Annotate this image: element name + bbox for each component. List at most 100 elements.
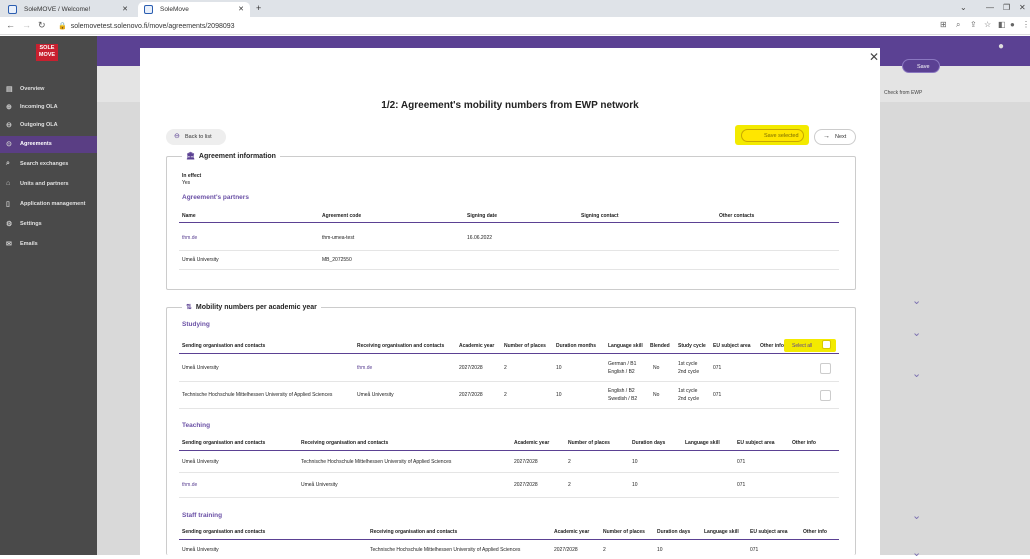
sidebar-item-outgoing-ola[interactable]: ⊖ Outgoing OLA (0, 117, 97, 134)
sending-org-link[interactable]: thm.de (182, 482, 197, 488)
agreement-code: thm-umea-test (322, 235, 355, 241)
chevron-down-icon[interactable]: ⌄ (912, 509, 921, 522)
row-divider (179, 269, 839, 270)
academic-year: 2027/2028 (459, 365, 483, 371)
sidebar-item-settings[interactable]: ⚙ Settings (0, 216, 97, 233)
col-header: Other info (760, 343, 784, 349)
col-header: Language skill (704, 529, 739, 535)
select-all-checkbox[interactable] (822, 340, 831, 349)
sidebar-item-application-management[interactable]: ▯ Application management (0, 196, 97, 213)
chevron-down-icon[interactable]: ⌄ (912, 546, 921, 559)
gear-icon: ⚙ (6, 221, 13, 228)
chevron-down-icon[interactable]: ⌄ (912, 326, 921, 339)
status-label: In effect (182, 173, 202, 179)
back-arrow-icon[interactable]: ← (6, 20, 15, 30)
save-selected-button[interactable]: Save selected (741, 129, 804, 142)
button-label: Save selected (764, 133, 799, 139)
close-tab-icon[interactable]: ✕ (122, 5, 128, 13)
col-header: Number of places (568, 440, 610, 446)
reload-icon[interactable]: ↻ (38, 20, 46, 31)
favicon-icon (8, 5, 17, 14)
places: 2 (568, 482, 571, 488)
sidebar-item-label: Overview (20, 86, 45, 92)
receiving-org: Technische Hochschule Mittelhessen Unive… (370, 547, 521, 553)
academic-year: 2027/2028 (514, 482, 538, 488)
sidebar-item-label: Settings (20, 221, 42, 227)
col-header-signing-date: Signing date (467, 213, 497, 219)
receiving-org: Umeå University (357, 392, 394, 398)
sidebar-item-overview[interactable]: ▤ Overview (0, 81, 97, 98)
background-save-button[interactable]: Save (902, 59, 940, 73)
header-divider (179, 450, 839, 451)
sidebar-item-label: Emails (20, 241, 38, 247)
col-header: Academic year (554, 529, 590, 535)
sidebar-item-emails[interactable]: ✉ Emails (0, 236, 97, 253)
close-tab-icon[interactable]: ✕ (238, 5, 244, 13)
sidebar-item-incoming-ola[interactable]: ⊕ Incoming OLA (0, 99, 97, 116)
sidebar-item-label: Outgoing OLA (20, 122, 58, 128)
duration: 10 (556, 392, 562, 398)
chevron-down-icon[interactable]: ⌄ (912, 294, 921, 307)
col-header: Other info (803, 529, 827, 535)
row-checkbox[interactable] (820, 363, 831, 374)
sidebar-item-search-exchanges[interactable]: ⌕ Search exchanges (0, 156, 97, 173)
places: 2 (568, 459, 571, 465)
places: 2 (603, 547, 606, 553)
partner-name-link[interactable]: thm.de (182, 235, 197, 241)
col-header: EU subject area (713, 343, 751, 349)
receiving-org-link[interactable]: thm.de (357, 365, 372, 371)
tab-search-icon[interactable]: ⌄ (960, 3, 967, 12)
zoom-icon[interactable]: ⌕ (956, 20, 960, 30)
bookmark-star-icon[interactable]: ☆ (984, 20, 991, 29)
user-avatar-icon[interactable]: ● (998, 41, 1004, 52)
mail-icon: ✉ (6, 241, 12, 248)
translate-icon[interactable]: ⊞ (940, 20, 947, 29)
next-button[interactable]: → Next (814, 129, 856, 145)
legend-text: Mobility numbers per academic year (195, 304, 317, 311)
profile-icon[interactable]: ● (1010, 20, 1015, 29)
address-bar[interactable]: 🔒 solemovetest.solenovo.fi/move/agreement… (58, 19, 928, 33)
teaching-title: Teaching (182, 422, 211, 429)
outgoing-icon: ⊖ (6, 122, 12, 129)
arrow-right-icon: → (823, 133, 830, 140)
maximize-icon[interactable]: ❐ (1003, 3, 1010, 12)
sidebar-item-agreements[interactable]: ⊙ Agreements (0, 136, 97, 153)
col-header: Sending organisation and contacts (182, 343, 266, 349)
browser-tab-solemove[interactable]: SoleMove ✕ (138, 2, 250, 17)
browser-menu-icon[interactable]: ⋮ (1022, 20, 1030, 29)
select-all-link[interactable]: Select all (792, 343, 812, 349)
receiving-org: Technische Hochschule Mittelhessen Unive… (301, 459, 452, 465)
academic-year: 2027/2028 (514, 459, 538, 465)
close-modal-icon[interactable]: ✕ (869, 50, 879, 64)
partners-title: Agreement's partners (182, 194, 249, 201)
browser-tab-strip: SoleMOVE / Welcome! ✕ SoleMove ✕ + ⌄ — ❐ ✕ (0, 0, 1030, 17)
places: 2 (504, 392, 507, 398)
row-checkbox[interactable] (820, 390, 831, 401)
language-skill: Swedish / B2 (608, 396, 638, 402)
col-header: Duration months (556, 343, 596, 349)
blended: No (653, 365, 660, 371)
sidebar-item-units-partners[interactable]: ⌂ Units and partners (0, 176, 97, 193)
row-divider (179, 381, 839, 382)
row-divider (179, 250, 839, 251)
sidebar: SOLE MOVE ▤ Overview ⊕ Incoming OLA ⊖ Outgo… (0, 36, 97, 555)
col-header: Receiving organisation and contacts (370, 529, 458, 535)
agreement-icon: ⊙ (6, 141, 12, 148)
minimize-icon[interactable]: — (986, 3, 994, 12)
new-tab-icon[interactable]: + (256, 3, 261, 13)
browser-tab-welcome[interactable]: SoleMOVE / Welcome! ✕ (2, 2, 134, 17)
duration: 10 (632, 482, 638, 488)
side-panel-icon[interactable]: ◧ (998, 20, 1006, 29)
back-to-list-button[interactable]: ⊖ Back to list (166, 129, 226, 145)
background-check-ewp-button[interactable]: Check from EWP (884, 90, 922, 96)
share-icon[interactable]: ⇪ (970, 20, 977, 29)
col-header: EU subject area (750, 529, 788, 535)
col-header: Receiving organisation and contacts (357, 343, 445, 349)
forward-arrow-icon[interactable]: → (22, 20, 31, 30)
chevron-down-icon[interactable]: ⌄ (912, 367, 921, 380)
col-header: Duration days (632, 440, 666, 446)
chart-icon: ▤ (6, 86, 13, 93)
row-divider (179, 408, 839, 409)
sending-org: Umeå University (182, 365, 219, 371)
close-window-icon[interactable]: ✕ (1019, 3, 1026, 12)
